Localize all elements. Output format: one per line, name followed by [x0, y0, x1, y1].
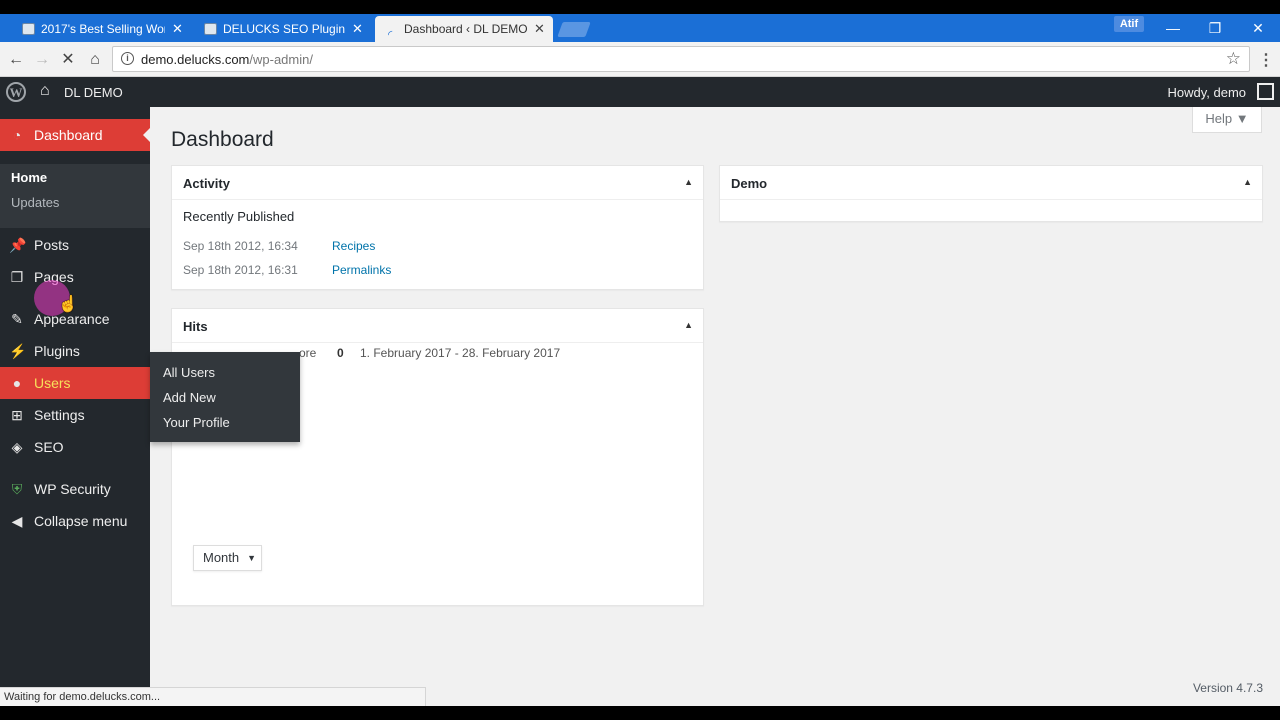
- demo-widget: Demo ▲: [719, 165, 1263, 222]
- widget-title: Demo: [731, 176, 768, 191]
- widget-title: Activity: [183, 176, 230, 191]
- wp-admin-bar: W ⌂ DL DEMO Howdy, demo: [0, 77, 1280, 107]
- hits-date-range: 1. February 2017 - 28. February 2017: [360, 346, 561, 360]
- tab-dashboard[interactable]: ◜ Dashboard ‹ DL DEMO — ✕: [375, 16, 553, 42]
- period-select-value: Month: [203, 550, 240, 565]
- close-tab-icon[interactable]: ✕: [534, 16, 545, 42]
- menu-label: Dashboard: [34, 127, 103, 143]
- stop-loading-icon[interactable]: ✕: [58, 50, 78, 70]
- forward-arrow-icon[interactable]: →: [32, 50, 52, 70]
- menu-label: Users: [34, 375, 71, 391]
- submenu-updates-link[interactable]: Updates: [11, 195, 59, 210]
- plug-icon: ⚡: [9, 343, 27, 359]
- url-text: demo.delucks.com/wp-admin/: [141, 52, 313, 67]
- tab-strip: 2017's Best Selling Word ✕ DELUCKS SEO P…: [0, 14, 1280, 42]
- pushpin-icon: 📌: [9, 237, 27, 253]
- collapse-toggle-icon[interactable]: ▲: [1243, 177, 1252, 187]
- menu-item-seo[interactable]: ◈ SEO: [0, 431, 150, 463]
- menu-item-dashboard[interactable]: ◔ Dashboard: [0, 119, 150, 151]
- demo-widget-header[interactable]: Demo ▲: [720, 166, 1262, 200]
- activity-widget: Activity ▲ Recently Published Sep 18th 2…: [171, 165, 704, 290]
- user-icon: ●: [12, 375, 22, 391]
- hits-label: ore: [299, 346, 317, 360]
- menu-label: WP Security: [34, 481, 111, 497]
- avatar[interactable]: [1257, 83, 1274, 100]
- seo-plugin-icon: ◈: [11, 439, 23, 455]
- address-bar[interactable]: i demo.delucks.com/wp-admin/ ☆: [112, 46, 1250, 72]
- activity-post-link[interactable]: Recipes: [332, 239, 375, 253]
- activity-post-link[interactable]: Permalinks: [332, 263, 391, 277]
- tab-title: DELUCKS SEO Plugin for: [223, 22, 347, 36]
- tab-title: 2017's Best Selling Word: [41, 22, 165, 36]
- minimize-button[interactable]: —: [1153, 14, 1193, 42]
- pages-icon: ❐: [10, 269, 24, 285]
- close-tab-icon[interactable]: ✕: [352, 16, 363, 42]
- activity-date: Sep 18th 2012, 16:31: [183, 263, 298, 277]
- home-icon[interactable]: ⌂: [40, 82, 50, 100]
- hits-count: 0: [337, 346, 344, 360]
- help-button[interactable]: Help ▼: [1192, 107, 1262, 133]
- url-host: demo.delucks.com: [141, 52, 250, 67]
- page-title: Dashboard: [171, 128, 274, 151]
- menu-label: SEO: [34, 439, 64, 455]
- tab-best-selling[interactable]: 2017's Best Selling Word ✕: [12, 16, 194, 42]
- menu-item-plugins[interactable]: ⚡ Plugins: [0, 335, 150, 367]
- flyout-add-new-link[interactable]: Add New: [163, 390, 216, 405]
- browser-status-bar: Waiting for demo.delucks.com...: [0, 687, 426, 706]
- settings-sliders-icon: ⊞: [11, 407, 23, 423]
- collapse-toggle-icon[interactable]: ▲: [684, 320, 693, 330]
- menu-label: Collapse menu: [34, 513, 128, 529]
- site-name-link[interactable]: DL DEMO: [64, 85, 123, 100]
- submenu-home-link[interactable]: Home: [11, 170, 47, 185]
- hand-cursor-icon: ☝: [58, 296, 78, 313]
- activity-widget-header[interactable]: Activity ▲: [172, 166, 703, 200]
- browser-menu-icon[interactable]: ⋮: [1258, 50, 1274, 70]
- menu-label: Settings: [34, 407, 85, 423]
- dashboard-gauge-icon: ◔: [12, 127, 22, 143]
- profile-badge[interactable]: Atif: [1114, 16, 1144, 32]
- new-tab-button[interactable]: [557, 22, 591, 37]
- wordpress-favicon-icon: [204, 23, 217, 35]
- back-arrow-icon[interactable]: ←: [6, 50, 26, 70]
- site-info-icon[interactable]: i: [121, 52, 134, 65]
- users-flyout-menu: All Users Add New Your Profile: [150, 352, 300, 442]
- wordpress-favicon-icon: [22, 23, 35, 35]
- collapse-menu-button[interactable]: ◀ Collapse menu: [0, 505, 150, 537]
- browser-toolbar: ← → ✕ ⌂ i demo.delucks.com/wp-admin/ ☆ ⋮: [0, 42, 1280, 77]
- restore-button[interactable]: ❐: [1195, 14, 1235, 42]
- admin-sidebar: ◔ Dashboard Home Updates 📌 Posts ❐ Pages…: [0, 107, 150, 706]
- wordpress-logo-icon[interactable]: W: [6, 82, 26, 102]
- menu-label: Posts: [34, 237, 70, 253]
- collapse-arrow-icon: ◀: [11, 513, 23, 529]
- close-tab-icon[interactable]: ✕: [172, 16, 183, 42]
- hits-widget-header[interactable]: Hits ▲: [172, 309, 703, 343]
- widget-title: Hits: [183, 319, 208, 334]
- menu-item-settings[interactable]: ⊞ Settings: [0, 399, 150, 431]
- home-icon[interactable]: ⌂: [85, 50, 105, 70]
- collapse-toggle-icon[interactable]: ▲: [684, 177, 693, 187]
- menu-item-wp-security[interactable]: ⛨ WP Security: [0, 473, 150, 505]
- howdy-user-link[interactable]: Howdy, demo: [1167, 85, 1246, 100]
- flyout-all-users-link[interactable]: All Users: [163, 365, 215, 380]
- activity-date: Sep 18th 2012, 16:34: [183, 239, 298, 253]
- tab-delucks-seo[interactable]: DELUCKS SEO Plugin for ✕: [194, 16, 374, 42]
- recently-published-heading: Recently Published: [183, 209, 295, 224]
- menu-item-pages[interactable]: ❐ Pages: [0, 261, 150, 293]
- shield-icon: ⛨: [11, 481, 23, 497]
- period-select[interactable]: Month ▼: [193, 545, 262, 571]
- paintbrush-icon: ✎: [11, 311, 23, 327]
- tab-title: Dashboard ‹ DL DEMO —: [404, 22, 528, 36]
- close-window-button[interactable]: ✕: [1238, 14, 1278, 42]
- menu-item-users[interactable]: ● Users: [0, 367, 150, 399]
- chevron-down-icon: ▼: [247, 553, 256, 563]
- browser-window: 2017's Best Selling Word ✕ DELUCKS SEO P…: [0, 14, 1280, 706]
- flyout-your-profile-link[interactable]: Your Profile: [163, 415, 230, 430]
- dashboard-submenu: Home Updates: [0, 164, 150, 228]
- menu-label: Plugins: [34, 343, 80, 359]
- menu-item-posts[interactable]: 📌 Posts: [0, 229, 150, 261]
- wp-version-text: Version 4.7.3: [1192, 681, 1263, 695]
- bookmark-star-icon[interactable]: ☆: [1226, 49, 1241, 69]
- url-path: /wp-admin/: [249, 52, 313, 67]
